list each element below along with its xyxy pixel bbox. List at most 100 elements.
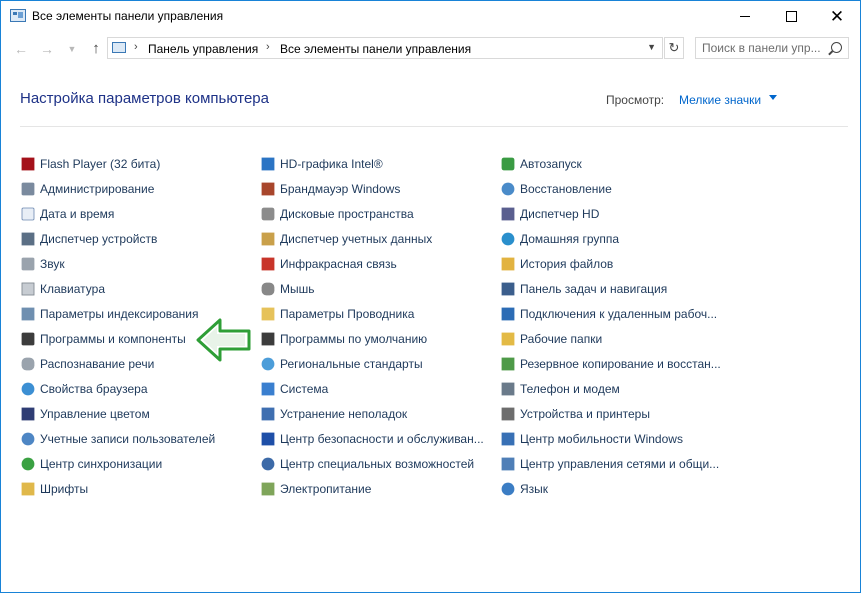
item-label[interactable]: Распознавание речи (40, 357, 154, 371)
control-panel-item[interactable]: Диспетчер учетных данных (260, 229, 432, 249)
item-label[interactable]: Параметры индексирования (40, 307, 198, 321)
item-label[interactable]: Телефон и модем (520, 382, 620, 396)
control-panel-item[interactable]: Мышь (260, 279, 315, 299)
control-panel-item[interactable]: Дисковые пространства (260, 204, 414, 224)
item-label[interactable]: Свойства браузера (40, 382, 148, 396)
control-panel-item[interactable]: Программы по умолчанию (260, 329, 427, 349)
item-label[interactable]: Региональные стандарты (280, 357, 423, 371)
control-panel-item[interactable]: Электропитание (260, 479, 371, 499)
control-panel-item[interactable]: Свойства браузера (20, 379, 148, 399)
item-label[interactable]: Диспетчер устройств (40, 232, 157, 246)
item-label[interactable]: Центр специальных возможностей (280, 457, 474, 471)
up-arrow-icon[interactable]: ↑ (86, 39, 106, 59)
item-label[interactable]: Автозапуск (520, 157, 582, 171)
control-panel-item[interactable]: Программы и компоненты (20, 329, 186, 349)
item-label[interactable]: Восстановление (520, 182, 612, 196)
control-panel-item[interactable]: Домашняя группа (500, 229, 619, 249)
item-label[interactable]: Центр мобильности Windows (520, 432, 683, 446)
item-label[interactable]: Flash Player (32 бита) (40, 157, 160, 171)
control-panel-item[interactable]: Восстановление (500, 179, 612, 199)
breadcrumb-separator-icon[interactable]: › (134, 41, 138, 53)
item-label[interactable]: Мышь (280, 282, 315, 296)
item-label[interactable]: Шрифты (40, 482, 88, 496)
item-label[interactable]: Резервное копирование и восстан... (520, 357, 721, 371)
item-label[interactable]: Программы и компоненты (40, 332, 186, 346)
refresh-button[interactable]: ↻ (664, 37, 684, 59)
address-bar[interactable]: › Панель управления › Все элементы панел… (107, 37, 663, 59)
view-by-chevron-down-icon[interactable] (769, 95, 777, 100)
breadcrumb-separator-icon[interactable]: › (266, 41, 270, 53)
item-label[interactable]: Центр безопасности и обслуживан... (280, 432, 484, 446)
item-label[interactable]: Дата и время (40, 207, 114, 221)
control-panel-item[interactable]: Параметры индексирования (20, 304, 198, 324)
breadcrumb-all-items[interactable]: Все элементы панели управления (280, 42, 471, 56)
control-panel-item[interactable]: Администрирование (20, 179, 154, 199)
item-label[interactable]: Центр синхронизации (40, 457, 162, 471)
control-panel-item[interactable]: Инфракрасная связь (260, 254, 397, 274)
control-panel-item[interactable]: Язык (500, 479, 548, 499)
control-panel-item[interactable]: Брандмауэр Windows (260, 179, 400, 199)
control-panel-item[interactable]: Flash Player (32 бита) (20, 154, 160, 174)
item-label[interactable]: Устройства и принтеры (520, 407, 650, 421)
control-panel-item[interactable]: Центр специальных возможностей (260, 454, 474, 474)
view-by-dropdown[interactable]: Мелкие значки (679, 93, 761, 107)
address-dropdown-chevron-icon[interactable]: ▼ (647, 42, 656, 52)
item-label[interactable]: Рабочие папки (520, 332, 602, 346)
item-label[interactable]: Брандмауэр Windows (280, 182, 400, 196)
control-panel-item[interactable]: Панель задач и навигация (500, 279, 667, 299)
item-label[interactable]: Учетные записи пользователей (40, 432, 215, 446)
control-panel-item[interactable]: Автозапуск (500, 154, 582, 174)
item-label[interactable]: Звук (40, 257, 65, 271)
control-panel-item[interactable]: Система (260, 379, 328, 399)
control-panel-item[interactable]: Диспетчер устройств (20, 229, 157, 249)
control-panel-item[interactable]: Устройства и принтеры (500, 404, 650, 424)
search-box[interactable] (695, 37, 849, 59)
control-panel-item[interactable]: Центр мобильности Windows (500, 429, 683, 449)
item-label[interactable]: Параметры Проводника (280, 307, 414, 321)
search-input[interactable] (702, 41, 820, 55)
control-panel-item[interactable]: Телефон и модем (500, 379, 620, 399)
control-panel-item[interactable]: История файлов (500, 254, 613, 274)
item-label[interactable]: Администрирование (40, 182, 154, 196)
control-panel-item[interactable]: Диспетчер HD (500, 204, 599, 224)
control-panel-item[interactable]: Резервное копирование и восстан... (500, 354, 721, 374)
back-arrow-icon[interactable]: ← (11, 39, 31, 59)
control-panel-item[interactable]: Центр синхронизации (20, 454, 162, 474)
item-label[interactable]: Панель задач и навигация (520, 282, 667, 296)
maximize-button[interactable] (768, 1, 814, 31)
recent-locations-chevron-icon[interactable]: ▼ (62, 39, 82, 59)
control-panel-item[interactable]: Центр управления сетями и общи... (500, 454, 719, 474)
control-panel-item[interactable]: Рабочие папки (500, 329, 602, 349)
item-label[interactable]: Система (280, 382, 328, 396)
control-panel-item[interactable]: Распознавание речи (20, 354, 154, 374)
item-label[interactable]: Инфракрасная связь (280, 257, 397, 271)
item-label[interactable]: Управление цветом (40, 407, 150, 421)
control-panel-item[interactable]: Дата и время (20, 204, 114, 224)
item-label[interactable]: Электропитание (280, 482, 371, 496)
control-panel-item[interactable]: Учетные записи пользователей (20, 429, 215, 449)
title-bar[interactable]: Все элементы панели управления ✕ (1, 1, 860, 31)
item-label[interactable]: Центр управления сетями и общи... (520, 457, 719, 471)
control-panel-item[interactable]: Центр безопасности и обслуживан... (260, 429, 484, 449)
item-label[interactable]: Подключения к удаленным рабоч... (520, 307, 717, 321)
control-panel-item[interactable]: Параметры Проводника (260, 304, 414, 324)
control-panel-item[interactable]: Шрифты (20, 479, 88, 499)
control-panel-item[interactable]: Подключения к удаленным рабоч... (500, 304, 717, 324)
breadcrumb-control-panel[interactable]: Панель управления (148, 42, 258, 56)
control-panel-item[interactable]: Региональные стандарты (260, 354, 423, 374)
item-label[interactable]: История файлов (520, 257, 613, 271)
forward-arrow-icon[interactable]: → (37, 39, 57, 59)
control-panel-item[interactable]: Устранение неполадок (260, 404, 407, 424)
close-button[interactable]: ✕ (814, 1, 860, 31)
control-panel-item[interactable]: HD-графика Intel® (260, 154, 383, 174)
item-label[interactable]: Язык (520, 482, 548, 496)
minimize-button[interactable] (722, 1, 768, 31)
item-label[interactable]: Программы по умолчанию (280, 332, 427, 346)
item-label[interactable]: Клавиатура (40, 282, 105, 296)
search-icon[interactable] (831, 42, 842, 53)
control-panel-item[interactable]: Звук (20, 254, 65, 274)
item-label[interactable]: Диспетчер HD (520, 207, 599, 221)
item-label[interactable]: Дисковые пространства (280, 207, 414, 221)
item-label[interactable]: Диспетчер учетных данных (280, 232, 432, 246)
control-panel-item[interactable]: Клавиатура (20, 279, 105, 299)
